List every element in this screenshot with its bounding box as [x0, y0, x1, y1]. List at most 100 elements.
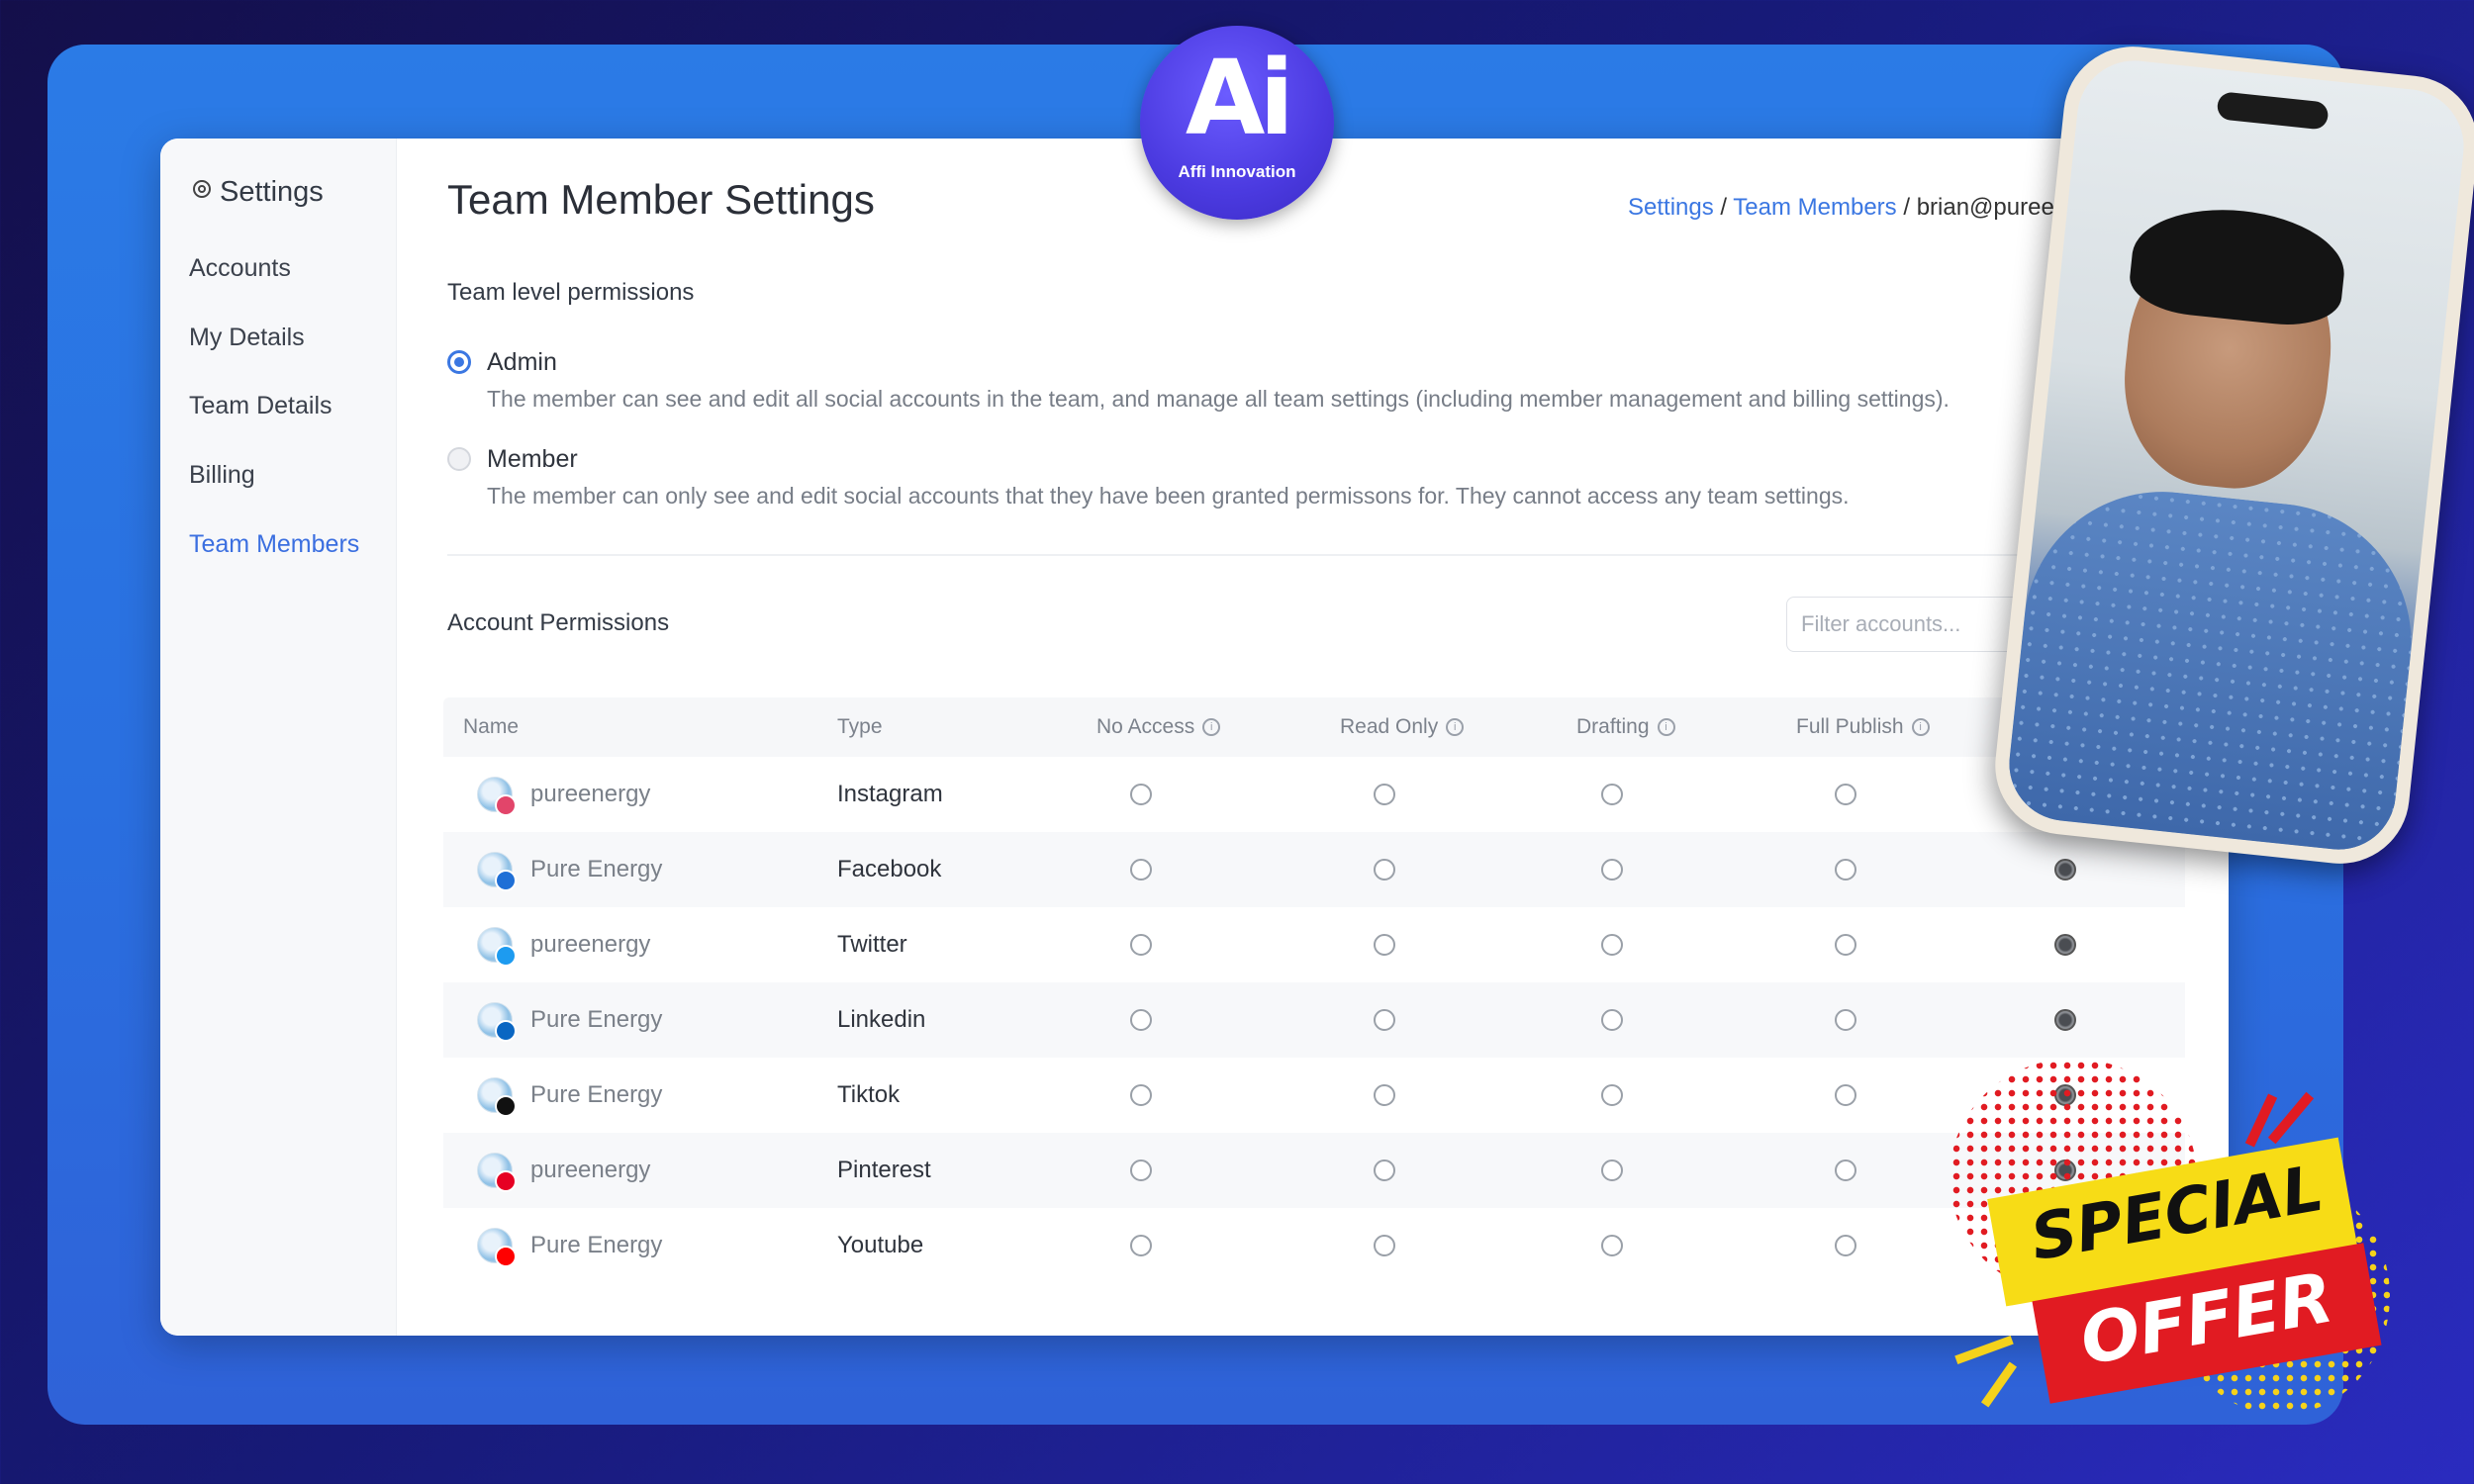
admin-radio[interactable]: [447, 350, 471, 374]
table-body: pureenergy Instagram Pure Energy Facebook pu…: [443, 757, 2185, 1283]
permission-radio[interactable]: [1374, 1235, 1395, 1256]
account-name: pureenergy: [530, 931, 651, 958]
account-name: Pure Energy: [530, 856, 663, 882]
table-row: Pure Energy Linkedin: [443, 982, 2185, 1058]
permission-radio[interactable]: [1835, 1009, 1856, 1031]
column-type-header: Type: [837, 715, 883, 738]
permission-radio[interactable]: [1374, 934, 1395, 956]
sidebar-item-billing[interactable]: Billing: [189, 461, 255, 490]
account-type: Twitter: [837, 931, 907, 958]
account-name: pureenergy: [530, 781, 651, 807]
sidebar-item-team-details[interactable]: Team Details: [189, 392, 333, 420]
section-divider: [447, 554, 2189, 556]
account-avatar-icon: [477, 927, 517, 967]
presenter-photo: [2003, 54, 2470, 856]
column-full-publish-header: Full Publish i: [1796, 715, 1930, 739]
platform-badge-icon: [495, 870, 517, 891]
member-option-title: Member: [487, 445, 578, 473]
platform-badge-icon: [495, 1020, 517, 1042]
permission-radio[interactable]: [1130, 934, 1152, 956]
member-option-description: The member can only see and edit social …: [487, 483, 1850, 509]
column-drafting-header: Drafting i: [1576, 715, 1675, 739]
column-no-access-header: No Access i: [1096, 715, 1221, 739]
permission-radio[interactable]: [2054, 934, 2076, 956]
logo-name: Affi Innovation: [1178, 162, 1296, 181]
table-row: pureenergy Instagram: [443, 757, 2185, 832]
permission-radio[interactable]: [1835, 1235, 1856, 1256]
permission-radio[interactable]: [1835, 934, 1856, 956]
filter-accounts-input[interactable]: Filter accounts...: [1786, 597, 2044, 652]
permission-radio[interactable]: [1374, 859, 1395, 881]
permission-radio[interactable]: [1374, 1084, 1395, 1106]
permission-radio[interactable]: [1374, 784, 1395, 805]
table-row: pureenergy Pinterest: [443, 1133, 2185, 1208]
permission-radio[interactable]: [1835, 784, 1856, 805]
phone-mockup: [1988, 40, 2474, 871]
platform-badge-icon: [495, 1095, 517, 1117]
team-permissions-label: Team level permissions: [447, 279, 695, 306]
yellow-spark: [1954, 1336, 2014, 1364]
column-name-header: Name: [463, 715, 520, 738]
permission-radio[interactable]: [1601, 1235, 1623, 1256]
permission-radio[interactable]: [1374, 1009, 1395, 1031]
page-title: Team Member Settings: [447, 176, 875, 223]
table-row: pureenergy Twitter: [443, 907, 2185, 982]
account-type: Linkedin: [837, 1006, 926, 1033]
permission-radio[interactable]: [1835, 1159, 1856, 1181]
breadcrumb-team-members[interactable]: Team Members: [1733, 194, 1896, 221]
permission-radio[interactable]: [2054, 859, 2076, 881]
sidebar-item-my-details[interactable]: My Details: [189, 324, 305, 352]
permission-radio[interactable]: [2054, 1009, 2076, 1031]
presenter-shirt: [2003, 478, 2426, 856]
permission-radio[interactable]: [1130, 1235, 1152, 1256]
platform-badge-icon: [495, 1246, 517, 1267]
permission-radio[interactable]: [1601, 1159, 1623, 1181]
table-row: Pure Energy Facebook: [443, 832, 2185, 907]
sidebar-item-accounts[interactable]: Accounts: [189, 254, 291, 283]
permission-radio[interactable]: [1601, 1084, 1623, 1106]
permission-radio[interactable]: [1601, 1009, 1623, 1031]
info-icon[interactable]: i: [1911, 718, 1930, 736]
member-radio[interactable]: [447, 447, 471, 471]
permission-radio[interactable]: [1835, 1084, 1856, 1106]
permission-radio[interactable]: [1130, 1084, 1152, 1106]
breadcrumb-settings[interactable]: Settings: [1628, 194, 1714, 221]
account-name: Pure Energy: [530, 1081, 663, 1108]
special-offer-badge: SPECIAL OFFER: [1945, 1059, 2390, 1435]
permission-radio[interactable]: [1130, 1159, 1152, 1181]
sidebar-title-label: Settings: [220, 176, 324, 208]
permissions-table: Name Type No Access i Read Only i Drafting…: [443, 697, 2185, 1283]
account-avatar-icon: [477, 1002, 517, 1042]
logo-mark: Ai: [1185, 38, 1294, 158]
account-avatar-icon: [477, 1153, 517, 1192]
account-type: Instagram: [837, 781, 943, 807]
admin-option-description: The member can see and edit all social a…: [487, 386, 1950, 412]
account-name: Pure Energy: [530, 1232, 663, 1258]
account-permissions-label: Account Permissions: [447, 609, 670, 636]
account-name: pureenergy: [530, 1157, 651, 1183]
account-name: Pure Energy: [530, 1006, 663, 1033]
permission-radio[interactable]: [1374, 1159, 1395, 1181]
sidebar-item-team-members[interactable]: Team Members: [189, 530, 359, 559]
platform-badge-icon: [495, 1170, 517, 1192]
app-window: Settings Accounts My Details Team Detail…: [160, 139, 2229, 1336]
permission-radio[interactable]: [1130, 1009, 1152, 1031]
permission-radio[interactable]: [1601, 934, 1623, 956]
breadcrumb-separator: /: [1713, 194, 1734, 221]
permission-radio[interactable]: [1835, 859, 1856, 881]
info-icon[interactable]: i: [1657, 718, 1675, 736]
permission-radio[interactable]: [1130, 859, 1152, 881]
table-row: Pure Energy Tiktok: [443, 1058, 2185, 1133]
breadcrumb: Settings / Team Members / brian@pureene: [1628, 194, 2081, 222]
permission-radio[interactable]: [1601, 784, 1623, 805]
dynamic-island: [2216, 91, 2330, 131]
info-icon[interactable]: i: [1446, 718, 1465, 736]
table-header: Name Type No Access i Read Only i Drafting…: [443, 697, 2185, 757]
table-row: Pure Energy Youtube: [443, 1208, 2185, 1283]
permission-radio[interactable]: [1130, 784, 1152, 805]
breadcrumb-separator: /: [1896, 194, 1917, 221]
permission-radio[interactable]: [1601, 859, 1623, 881]
platform-badge-icon: [495, 945, 517, 967]
gear-icon: [190, 176, 214, 209]
info-icon[interactable]: i: [1202, 718, 1221, 736]
